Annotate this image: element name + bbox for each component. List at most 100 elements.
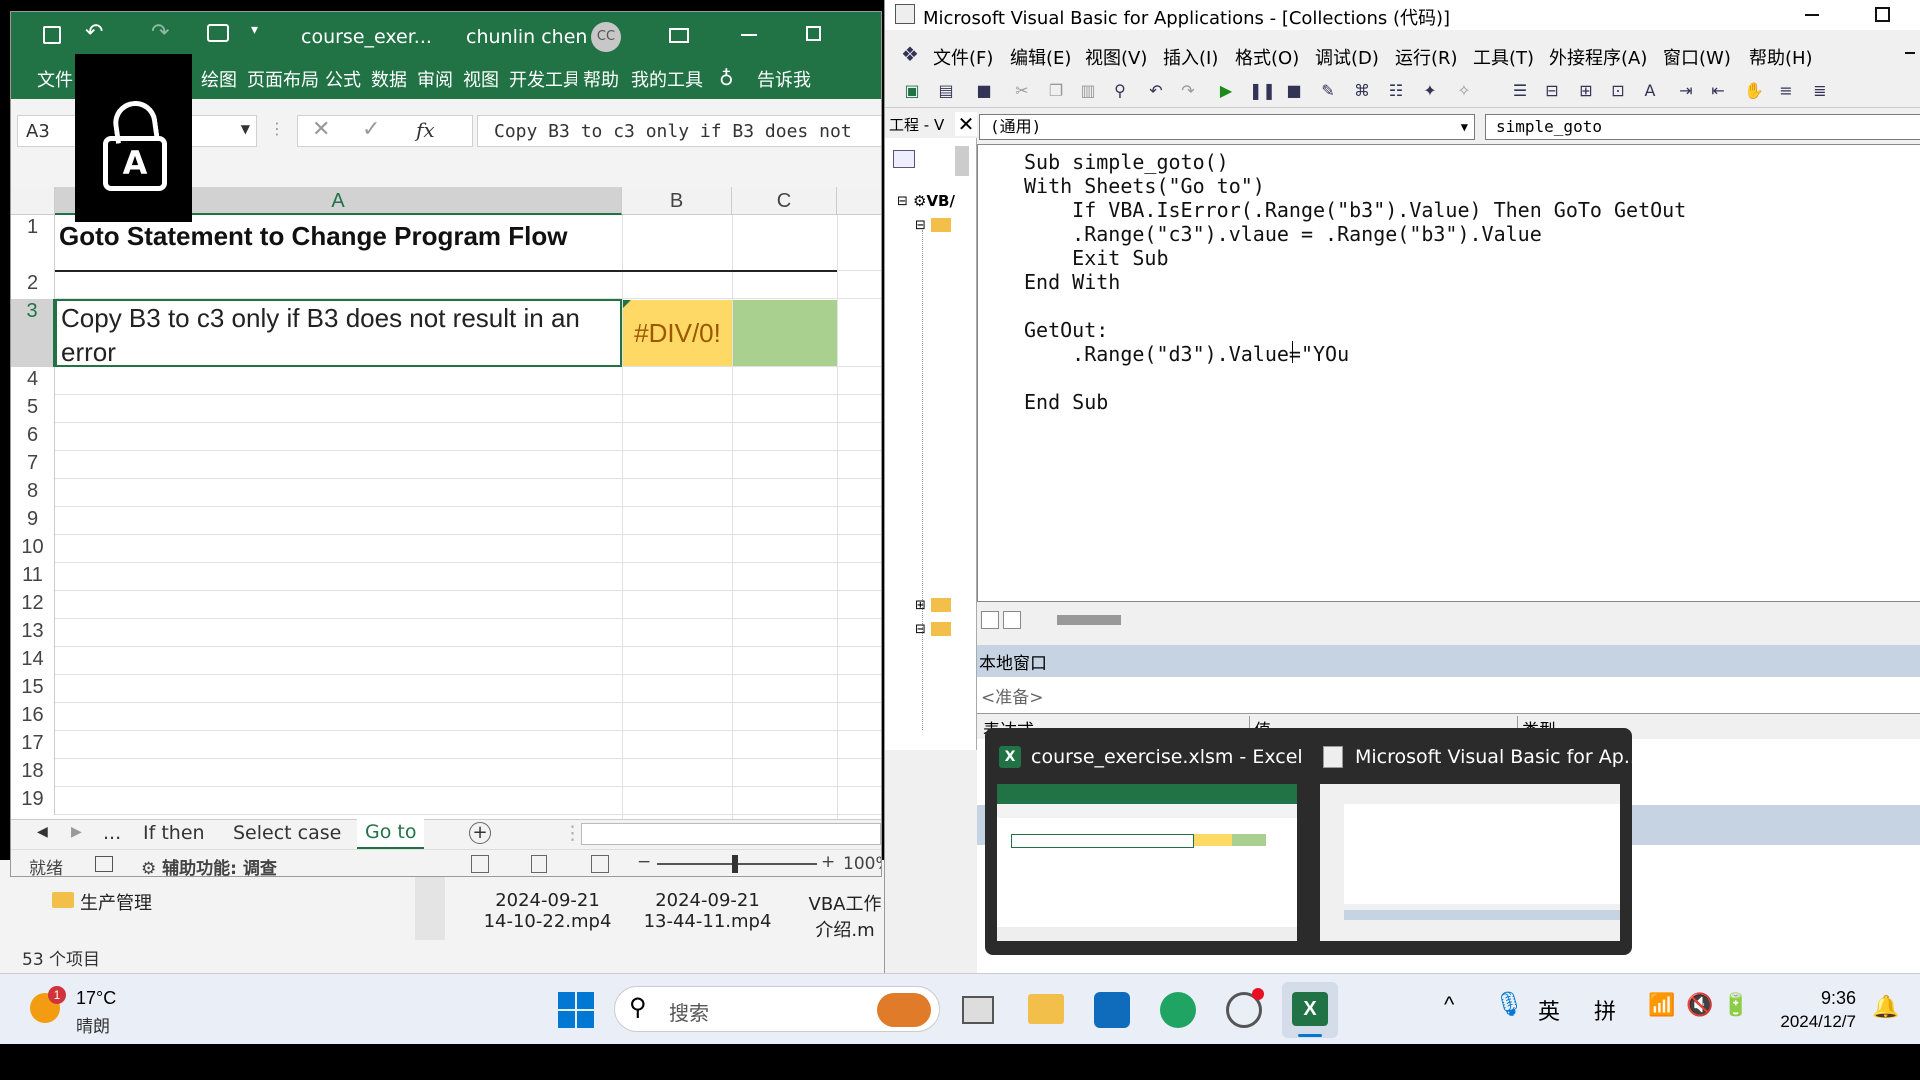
thumb-vba-title[interactable]: Microsoft Visual Basic for Ap... (1355, 746, 1642, 768)
tab-review[interactable]: 审阅 (417, 66, 453, 92)
design-mode-icon[interactable]: ✎ (1317, 80, 1339, 102)
microphone-icon[interactable]: 🎙 (1494, 990, 1524, 1019)
menu-tools[interactable]: 工具(T) (1473, 44, 1534, 70)
speaker-muted-icon[interactable]: 🔇 (1686, 992, 1713, 1018)
wifi-icon[interactable]: 📶 (1648, 992, 1675, 1018)
code-line[interactable]: If VBA.IsError(.Range("b3").Value) Then … (1024, 198, 1920, 222)
view-excel-icon[interactable]: ▣ (901, 80, 923, 102)
tab-developer[interactable]: 开发工具 (509, 66, 577, 92)
edge-icon[interactable] (1160, 992, 1196, 1028)
row-header[interactable]: 3 (11, 299, 55, 367)
cell-c3[interactable] (733, 300, 837, 366)
avatar[interactable]: CC (591, 22, 621, 52)
folder-icon[interactable] (931, 218, 951, 232)
toggle-breakpoint-icon[interactable]: ✋ (1743, 80, 1765, 102)
horizontal-scrollbar[interactable] (581, 823, 881, 845)
file-explorer-icon[interactable] (1028, 994, 1064, 1024)
tab-file[interactable]: 文件 (37, 66, 73, 92)
scroll-left-icon[interactable]: ◀ (37, 824, 48, 840)
copy-icon[interactable]: ❐ (1045, 80, 1067, 102)
formula-input[interactable]: Copy B3 to c3 only if B3 does not (477, 115, 881, 147)
redo-icon[interactable]: ↷ (1177, 80, 1199, 102)
ime-pinyin[interactable]: 拼 (1594, 994, 1616, 1026)
code-line[interactable]: End With (1024, 270, 1920, 294)
save-icon[interactable] (43, 26, 61, 44)
mdi-minimize-icon[interactable] (1905, 52, 1915, 54)
thumb-excel-title[interactable]: course_exercise.xlsm - Excel (1031, 746, 1303, 768)
thumb-vba-preview[interactable] (1320, 784, 1620, 941)
menu-run[interactable]: 运行(R) (1395, 44, 1458, 70)
excel-taskbar-button[interactable]: X (1282, 982, 1338, 1038)
maximize-icon[interactable] (1875, 7, 1890, 22)
code-editor[interactable]: Sub simple_goto() With Sheets("Go to") If… (977, 144, 1920, 602)
camera-icon[interactable] (207, 24, 229, 42)
menu-format[interactable]: 格式(O) (1235, 44, 1299, 70)
scroll-right-icon[interactable]: ▶ (71, 824, 82, 840)
code-line[interactable]: Sub simple_goto() (1024, 150, 1920, 174)
file-item[interactable]: 2024-09-21 13-44-11.mp4 (640, 890, 775, 932)
clock-time[interactable]: 9:36 (1776, 988, 1856, 1009)
pane-scroll-icon[interactable] (955, 146, 969, 176)
task-view-icon[interactable] (962, 996, 994, 1024)
file-item[interactable]: 2024-09-21 14-10-22.mp4 (480, 890, 615, 932)
tell-me[interactable]: 告诉我 (757, 66, 811, 92)
vba-menu-icon[interactable]: ❖ (901, 42, 919, 66)
object-combo[interactable]: (通用) ▼ (979, 114, 1475, 140)
notification-bell-icon[interactable]: 🔔 (1872, 994, 1899, 1020)
save-icon[interactable]: ■ (973, 80, 995, 102)
code-line[interactable] (1024, 294, 1920, 318)
minimize-icon[interactable] (741, 34, 757, 36)
tab-help[interactable]: 帮助 (583, 66, 619, 92)
menu-view[interactable]: 视图(V) (1085, 44, 1147, 70)
chevron-down-icon[interactable]: ▼ (241, 122, 250, 136)
cell-b3-error[interactable]: #DIV/0! (623, 300, 732, 366)
indent-icon[interactable]: ⇥ (1675, 80, 1697, 102)
enter-icon[interactable]: ✓ (362, 117, 380, 142)
accessibility-status[interactable]: ⚙ 辅助功能: 调查 (141, 854, 277, 876)
procedure-view-icon[interactable] (981, 611, 999, 629)
tree-collapse-icon[interactable]: ⊟ (915, 218, 926, 233)
splitter-icon[interactable]: ⋮ (563, 822, 582, 844)
add-sheet-icon[interactable]: + (469, 822, 491, 844)
insert-function-button[interactable]: fx (416, 118, 435, 142)
column-header-d[interactable] (837, 187, 881, 215)
chevron-up-icon[interactable]: ^ (1444, 992, 1454, 1018)
tree-collapse-icon[interactable]: ⊟ (915, 622, 926, 637)
more-options-icon[interactable]: ⋮ (269, 119, 285, 138)
page-break-view-icon[interactable] (591, 855, 609, 873)
ime-mode[interactable]: 英 (1538, 994, 1560, 1026)
start-button[interactable] (558, 992, 594, 1028)
find-icon[interactable]: ⚲ (1109, 80, 1131, 102)
cell-a3-selected[interactable]: Copy B3 to c3 only if B3 does not result… (55, 299, 622, 367)
zoom-out-button[interactable]: − (637, 852, 651, 872)
zoom-level[interactable]: 100% (843, 854, 881, 874)
menu-edit[interactable]: 编辑(E) (1010, 44, 1071, 70)
undo-icon[interactable]: ↶ (85, 20, 103, 45)
column-header-c[interactable]: C (732, 187, 837, 215)
zoom-slider-thumb[interactable] (732, 855, 738, 873)
folder-icon[interactable] (931, 622, 951, 636)
column-header-b[interactable]: B (622, 187, 732, 215)
tab-my-tools[interactable]: 我的工具 (631, 66, 703, 92)
list-properties-icon[interactable]: ☰ (1509, 80, 1531, 102)
tab-if-then[interactable]: If then (143, 822, 205, 844)
view-code-icon[interactable] (893, 150, 915, 168)
redo-icon[interactable]: ↷ (151, 20, 169, 45)
menu-debug[interactable]: 调试(D) (1315, 44, 1379, 70)
thumb-excel-preview[interactable] (997, 784, 1297, 941)
cut-icon[interactable]: ✂ (1011, 80, 1033, 102)
object-browser-icon[interactable]: ✦ (1419, 80, 1441, 102)
close-pane-icon[interactable]: ✕ (955, 112, 977, 136)
tree-collapse-icon[interactable]: ⊟ (897, 194, 908, 209)
page-layout-view-icon[interactable] (531, 855, 547, 873)
menu-window[interactable]: 窗口(W) (1663, 44, 1731, 70)
search-box[interactable]: ⚲ 搜索 (614, 986, 940, 1032)
insert-userform-icon[interactable]: ▤ (935, 80, 957, 102)
lightbulb-icon[interactable]: ♁ (719, 66, 734, 90)
code-line[interactable]: Exit Sub (1024, 246, 1920, 270)
macro-record-icon[interactable] (95, 856, 113, 872)
code-line[interactable]: .Range("c3").vlaue = .Range("b3").Value (1024, 222, 1920, 246)
folder-icon[interactable] (931, 598, 951, 612)
zoom-in-button[interactable]: + (821, 852, 835, 872)
list-constants-icon[interactable]: ⊟ (1541, 80, 1563, 102)
